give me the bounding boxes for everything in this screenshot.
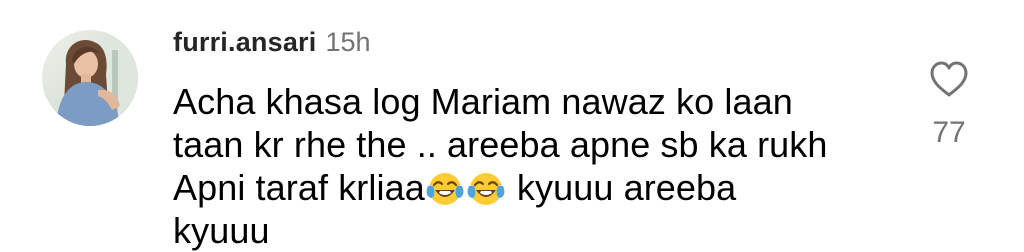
face-with-tears-of-joy-icon xyxy=(425,168,465,208)
comment-text-line: Acha khasa log Mariam nawaz ko laan xyxy=(173,81,793,122)
comment-text-line-with-emoji: Apni taraf krliaa kyuuu areeba xyxy=(173,166,893,209)
comment-text-line: taan kr rhe the .. areeba apne sb ka ruk… xyxy=(173,124,828,165)
avatar[interactable] xyxy=(42,30,138,126)
like-count: 77 xyxy=(932,116,966,149)
comment-text: Acha khasa log Mariam nawaz ko laan taan… xyxy=(173,80,893,252)
like-area: 77 xyxy=(918,60,980,160)
avatar-image xyxy=(42,30,138,126)
username-link[interactable]: furri.ansari xyxy=(173,27,316,58)
comment-text-line: kyuuu xyxy=(173,210,270,251)
comment: furri.ansari 15h Acha khasa log Mariam n… xyxy=(0,0,1024,252)
comment-header: furri.ansari 15h xyxy=(173,24,371,60)
comment-timestamp: 15h xyxy=(325,26,371,57)
heart-outline-icon[interactable] xyxy=(929,60,969,98)
face-with-tears-of-joy-icon xyxy=(466,168,506,208)
comment-text-segment: kyuuu areeba xyxy=(506,167,737,208)
comment-text-segment: Apni taraf krliaa xyxy=(173,167,425,208)
